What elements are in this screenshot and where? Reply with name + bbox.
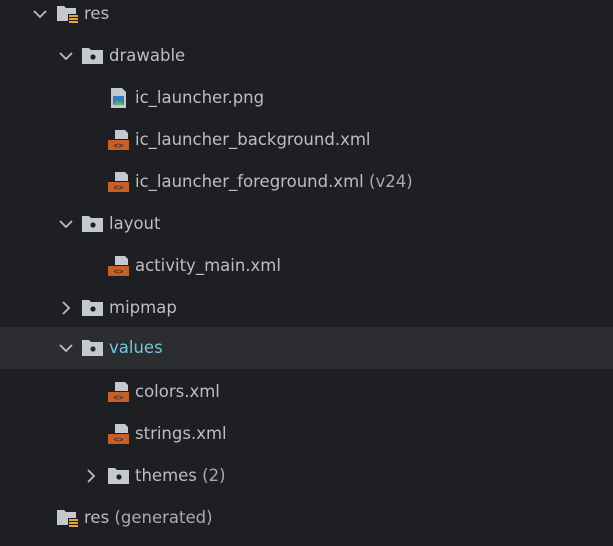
tree-item-label: strings.xml [135, 424, 227, 443]
folder-name: res [84, 508, 110, 527]
tree-item-label: colors.xml [135, 382, 220, 401]
chevron-down-icon[interactable] [57, 47, 75, 65]
folder-icon [108, 468, 129, 484]
svg-text:<>: <> [114, 141, 124, 150]
folder-icon [82, 216, 103, 232]
chevron-right-icon[interactable] [82, 467, 100, 485]
count-suffix: (2) [202, 466, 226, 485]
tree-item-label: activity_main.xml [135, 256, 281, 275]
xml-file-icon: <> [108, 256, 129, 276]
resource-folder-icon [57, 6, 79, 25]
tree-item-activity-main[interactable]: <> activity_main.xml [0, 245, 613, 287]
tree-item-label: drawable [109, 46, 186, 65]
xml-file-icon: <> [108, 130, 129, 150]
tree-item-values[interactable]: values [0, 327, 613, 369]
chevron-down-icon[interactable] [31, 5, 49, 23]
xml-file-icon: <> [108, 172, 129, 192]
tree-item-label: mipmap [109, 298, 177, 317]
tree-item-label: layout [109, 214, 161, 233]
svg-text:<>: <> [114, 435, 124, 444]
xml-file-icon: <> [108, 424, 129, 444]
resource-folder-icon [57, 510, 79, 529]
chevron-right-icon[interactable] [57, 299, 75, 317]
tree-item-label: ic_launcher_background.xml [135, 130, 371, 149]
tree-item-res[interactable]: res [0, 0, 613, 35]
folder-icon [82, 300, 103, 316]
tree-item-themes[interactable]: themes (2) [0, 455, 613, 497]
tree-item-layout[interactable]: layout [0, 203, 613, 245]
tree-item-label: res [84, 4, 110, 23]
xml-file-icon: <> [108, 382, 129, 402]
chevron-down-icon[interactable] [57, 339, 75, 357]
tree-item-label: ic_launcher.png [135, 88, 265, 107]
tree-item-res-generated[interactable]: res (generated) [0, 497, 613, 539]
tree-item-mipmap[interactable]: mipmap [0, 287, 613, 329]
tree-item-ic-launcher-foreground[interactable]: <> ic_launcher_foreground.xml (v24) [0, 161, 613, 203]
tree-item-label: res (generated) [84, 497, 213, 539]
tree-item-drawable[interactable]: drawable [0, 35, 613, 77]
qualifier-suffix: (v24) [369, 172, 413, 191]
svg-text:<>: <> [114, 183, 124, 192]
tree-item-label: ic_launcher_foreground.xml (v24) [135, 161, 413, 203]
folder-icon [82, 340, 103, 356]
project-tree: res drawable ic_launcher.png <> ic_launc… [0, 0, 613, 546]
folder-icon [82, 48, 103, 64]
tree-item-ic-launcher-background[interactable]: <> ic_launcher_background.xml [0, 119, 613, 161]
svg-text:<>: <> [114, 393, 124, 402]
tree-item-strings[interactable]: <> strings.xml [0, 413, 613, 455]
tree-item-label: values [109, 338, 163, 357]
svg-text:<>: <> [114, 267, 124, 276]
tree-item-label: themes (2) [135, 455, 226, 497]
folder-name: themes [135, 466, 197, 485]
tree-item-colors[interactable]: <> colors.xml [0, 371, 613, 413]
chevron-down-icon[interactable] [57, 215, 75, 233]
file-name: ic_launcher_foreground.xml [135, 172, 364, 191]
tree-item-ic-launcher-png[interactable]: ic_launcher.png [0, 77, 613, 119]
image-file-icon [111, 88, 126, 108]
generated-suffix: (generated) [114, 508, 213, 527]
